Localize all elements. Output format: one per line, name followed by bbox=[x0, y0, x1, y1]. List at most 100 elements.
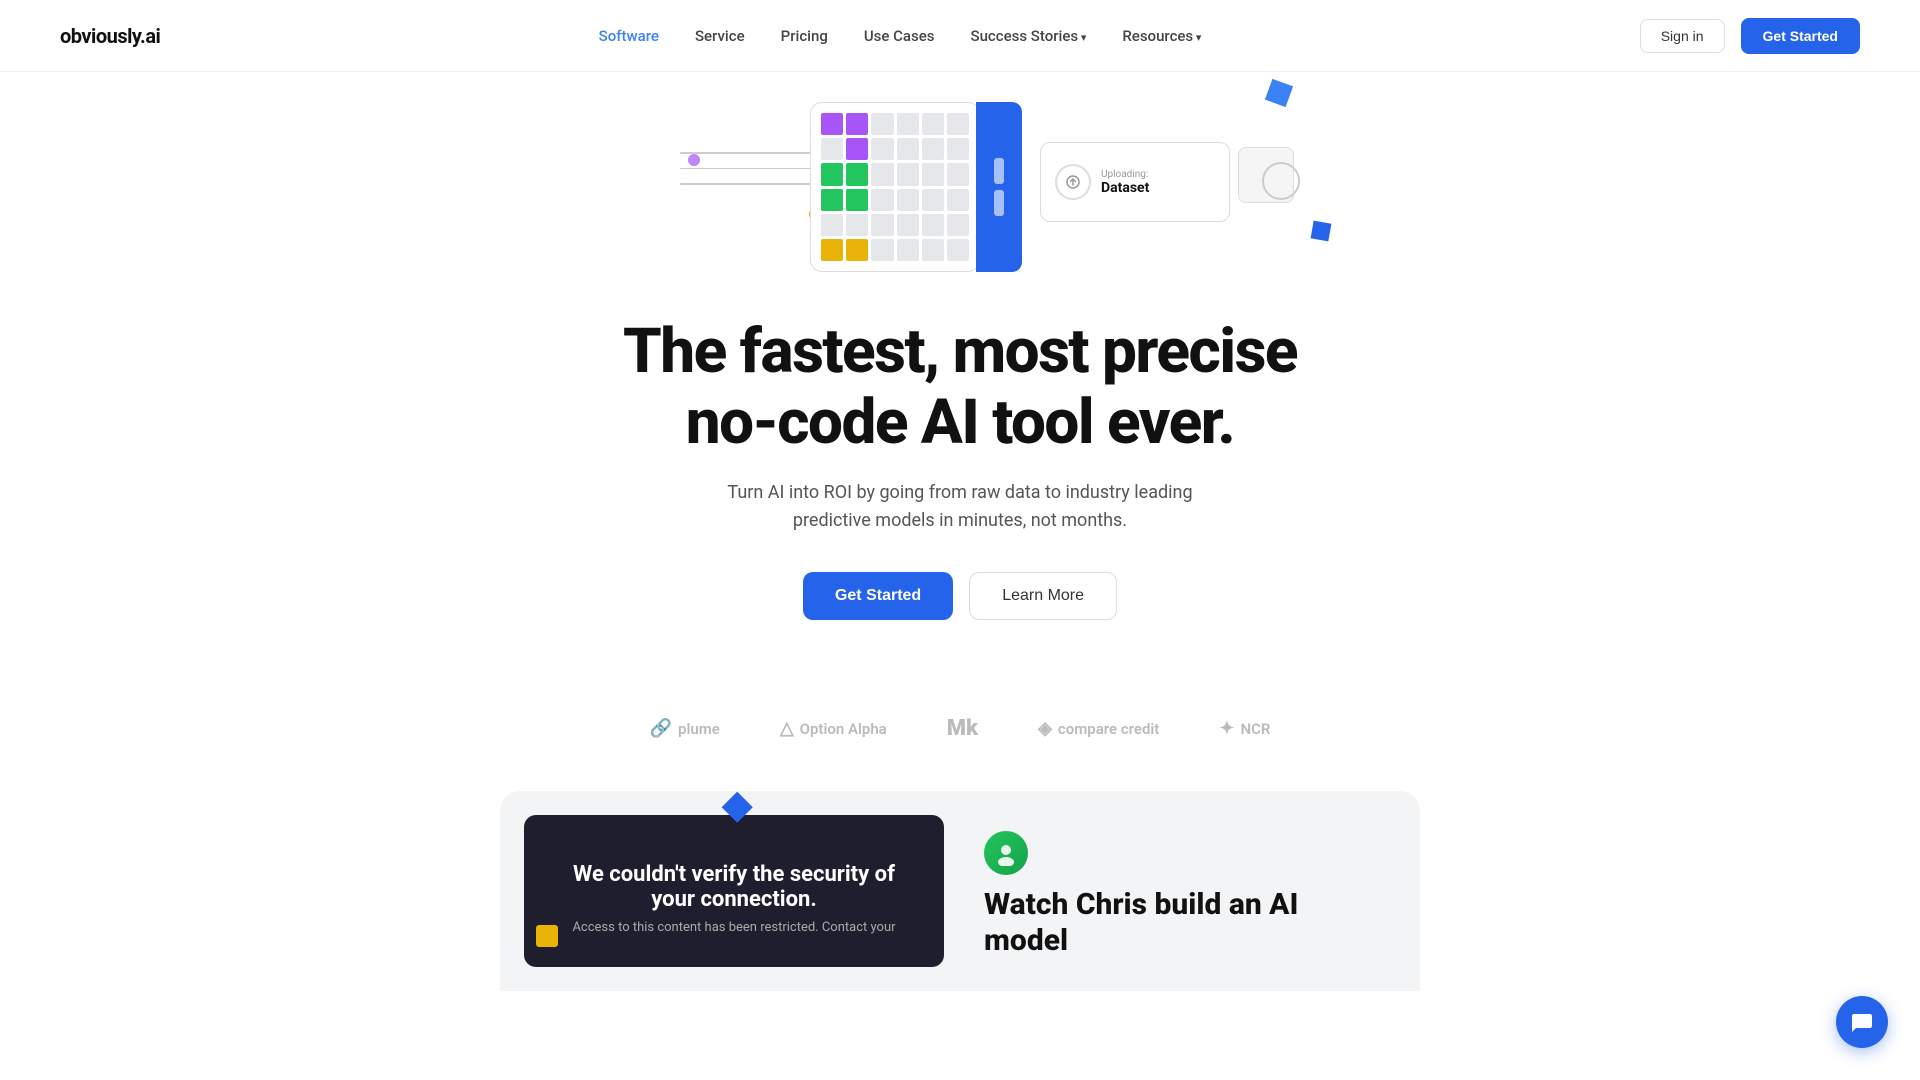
grid-cell bbox=[871, 113, 893, 135]
shape-circle-outline bbox=[1262, 162, 1300, 200]
compare-credit-icon: ◈ bbox=[1038, 718, 1052, 739]
avatar bbox=[984, 831, 1028, 875]
grid-cell bbox=[846, 239, 868, 261]
grid-cell bbox=[821, 214, 843, 236]
nav-item-pricing[interactable]: Pricing bbox=[781, 26, 828, 45]
grid-cell bbox=[871, 138, 893, 160]
logo-mk: Mk bbox=[947, 716, 978, 741]
grid-cell bbox=[922, 239, 944, 261]
compare-credit-label: compare credit bbox=[1058, 720, 1159, 738]
nav-link-pricing[interactable]: Pricing bbox=[781, 27, 828, 45]
yellow-square-deco bbox=[536, 925, 558, 947]
hero-title-line1: The fastest, most precise bbox=[623, 315, 1297, 388]
hero-title: The fastest, most precise no-code AI too… bbox=[623, 316, 1297, 459]
grid-cell bbox=[871, 239, 893, 261]
nav-link-resources[interactable]: Resources bbox=[1122, 27, 1201, 45]
nav-link-success-stories[interactable]: Success Stories bbox=[971, 27, 1087, 45]
nav-actions: Sign in Get Started bbox=[1640, 18, 1860, 54]
grid-cell bbox=[821, 113, 843, 135]
nav-item-success-stories[interactable]: Success Stories bbox=[971, 26, 1087, 45]
grid-cell bbox=[897, 113, 919, 135]
logo-option-alpha: △ Option Alpha bbox=[780, 718, 887, 739]
grid-cell bbox=[821, 239, 843, 261]
logo[interactable]: obviously.ai bbox=[60, 24, 160, 48]
shape-blue-small bbox=[1311, 221, 1332, 242]
option-alpha-label: Option Alpha bbox=[800, 720, 887, 738]
blue-panel-dot-1 bbox=[994, 158, 1004, 184]
upload-card: Uploading: Dataset bbox=[1040, 142, 1230, 222]
grid-cell bbox=[871, 214, 893, 236]
nav-item-use-cases[interactable]: Use Cases bbox=[864, 26, 935, 45]
plume-label: plume bbox=[678, 720, 720, 738]
grid-cell bbox=[897, 214, 919, 236]
deco-line-2 bbox=[680, 168, 810, 170]
grid-cell bbox=[897, 239, 919, 261]
grid-cell bbox=[871, 189, 893, 211]
nav-item-resources[interactable]: Resources bbox=[1122, 26, 1201, 45]
chat-button[interactable] bbox=[1836, 996, 1888, 1048]
grid-cell bbox=[846, 189, 868, 211]
video-placeholder: We couldn't verify the security of your … bbox=[524, 815, 944, 967]
nav-link-service[interactable]: Service bbox=[695, 27, 745, 45]
grid-cell bbox=[846, 113, 868, 135]
grid-cell bbox=[821, 163, 843, 185]
grid-cell bbox=[821, 138, 843, 160]
blue-panel bbox=[976, 102, 1022, 272]
hero-subtitle: Turn AI into ROI by going from raw data … bbox=[700, 479, 1220, 537]
grid-cell bbox=[947, 239, 969, 261]
deco-line-1 bbox=[680, 152, 810, 154]
plume-icon: 🔗 bbox=[650, 718, 672, 739]
learn-more-button[interactable]: Learn More bbox=[969, 572, 1117, 620]
logo-plume: 🔗 plume bbox=[650, 718, 720, 739]
hero-buttons: Get Started Learn More bbox=[803, 572, 1117, 620]
get-started-nav-button[interactable]: Get Started bbox=[1741, 18, 1860, 54]
nav-link-use-cases[interactable]: Use Cases bbox=[864, 27, 935, 45]
diamond-deco bbox=[722, 792, 753, 823]
nav-link-software[interactable]: Software bbox=[599, 27, 659, 45]
grid-cell bbox=[897, 138, 919, 160]
security-title: We couldn't verify the security of your … bbox=[556, 862, 912, 912]
grid-cell bbox=[846, 214, 868, 236]
mk-icon: Mk bbox=[947, 716, 978, 741]
grid-cell bbox=[922, 113, 944, 135]
logos-section: 🔗 plume △ Option Alpha Mk ◈ compare cred… bbox=[0, 716, 1920, 791]
bottom-wrapper: We couldn't verify the security of your … bbox=[0, 791, 1920, 991]
hero-illustration: Uploading: Dataset bbox=[680, 92, 1240, 292]
grid-cell bbox=[947, 189, 969, 211]
grid-cell bbox=[846, 163, 868, 185]
blue-panel-dot-2 bbox=[994, 190, 1004, 216]
signin-button[interactable]: Sign in bbox=[1640, 19, 1725, 53]
upload-text: Uploading: Dataset bbox=[1101, 169, 1149, 196]
grid-cell bbox=[947, 113, 969, 135]
grid-cell bbox=[821, 189, 843, 211]
option-alpha-icon: △ bbox=[780, 718, 794, 739]
nav-item-software[interactable]: Software bbox=[599, 26, 659, 45]
grid-cell bbox=[922, 163, 944, 185]
grid-cell bbox=[871, 163, 893, 185]
hero-section: Uploading: Dataset The fastest, most pre… bbox=[0, 72, 1920, 716]
grid-cell bbox=[897, 163, 919, 185]
deco-line-3 bbox=[680, 183, 810, 185]
get-started-hero-button[interactable]: Get Started bbox=[803, 572, 953, 620]
grid-cell bbox=[846, 138, 868, 160]
deco-circle bbox=[688, 154, 700, 166]
grid-cell bbox=[922, 189, 944, 211]
chat-icon bbox=[1850, 1010, 1874, 1034]
logo-compare-credit: ◈ compare credit bbox=[1038, 718, 1159, 739]
watch-chris: Watch Chris build an AI model bbox=[968, 791, 1420, 991]
grid-cell bbox=[947, 214, 969, 236]
ncr-icon: ✦ bbox=[1219, 718, 1234, 739]
navbar: obviously.ai Software Service Pricing Us… bbox=[0, 0, 1920, 72]
grid-cell bbox=[947, 163, 969, 185]
upload-label-small: Uploading: bbox=[1101, 169, 1149, 180]
hero-title-line2: no-code AI tool ever. bbox=[686, 386, 1234, 459]
grid-card bbox=[810, 102, 980, 272]
upload-label-big: Dataset bbox=[1101, 180, 1149, 196]
upload-svg-icon bbox=[1065, 174, 1081, 190]
nav-item-service[interactable]: Service bbox=[695, 26, 745, 45]
logo-ncr: ✦ NCR bbox=[1219, 718, 1270, 739]
ncr-label: NCR bbox=[1240, 720, 1270, 738]
shape-blue-top bbox=[1265, 79, 1293, 107]
grid-cell bbox=[947, 138, 969, 160]
nav-links: Software Service Pricing Use Cases Succe… bbox=[599, 26, 1202, 45]
